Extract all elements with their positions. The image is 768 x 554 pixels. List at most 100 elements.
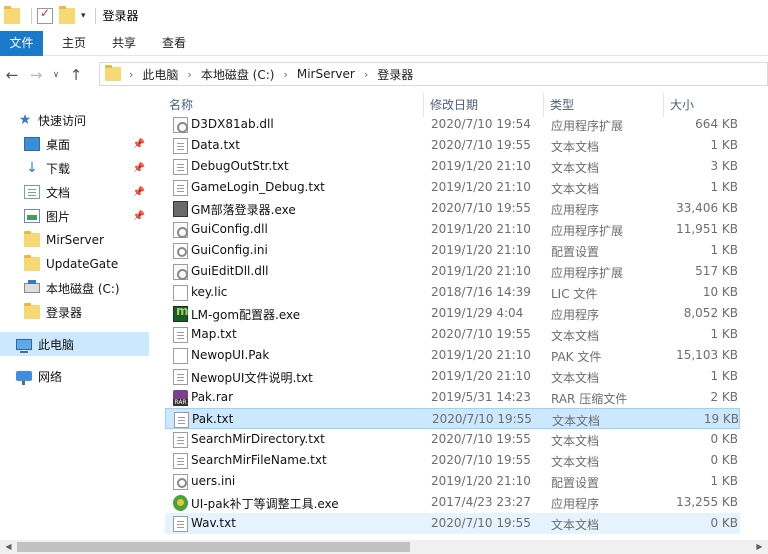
breadcrumb-current-folder[interactable]: 登录器 bbox=[377, 66, 413, 83]
pin-icon[interactable]: 📌 bbox=[133, 139, 145, 150]
file-type: 配置设置 bbox=[551, 476, 600, 490]
file-txt-icon bbox=[173, 432, 188, 448]
nav-label: UpdateGate bbox=[46, 257, 119, 271]
file-row[interactable]: SearchMirFileName.txt 2020/7/10 19:55 文本文档… bbox=[165, 450, 740, 471]
chevron-right-icon[interactable]: › bbox=[129, 68, 133, 81]
file-row[interactable]: GameLogin_Debug.txt 2019/1/20 21:10 文本文档 1 … bbox=[165, 177, 740, 198]
file-row[interactable]: D3DX81ab.dll 2020/7/10 19:54 应用程序扩展 664 KB bbox=[165, 114, 740, 135]
scroll-left-arrow-icon[interactable]: ◀ bbox=[0, 540, 17, 554]
nav-item-updategate[interactable]: UpdateGate bbox=[0, 252, 149, 276]
file-row[interactable]: Pak.rar 2019/5/31 14:23 RAR 压缩文件 2 KB bbox=[165, 387, 740, 408]
pin-icon[interactable]: 📌 bbox=[133, 163, 145, 174]
file-name: Pak.rar bbox=[191, 390, 234, 404]
folder-icon bbox=[105, 65, 121, 81]
nav-item-desktop[interactable]: 桌面 📌 bbox=[0, 132, 149, 156]
horizontal-scrollbar[interactable]: ◀ ▶ bbox=[0, 540, 768, 554]
nav-this-pc[interactable]: 此电脑 bbox=[0, 332, 149, 356]
file-type: 应用程序扩展 bbox=[551, 266, 624, 280]
file-row[interactable]: GuiEditDll.dll 2019/1/20 21:10 应用程序扩展 517 K… bbox=[165, 261, 740, 282]
file-row[interactable]: Wav.txt 2020/7/10 19:55 文本文档 0 KB bbox=[165, 513, 740, 534]
file-name: D3DX81ab.dll bbox=[191, 117, 274, 131]
file-row[interactable]: key.lic 2018/7/16 14:39 LIC 文件 10 KB bbox=[165, 282, 740, 303]
nav-label: 本地磁盘 (C:) bbox=[46, 281, 120, 296]
file-row[interactable]: GuiConfig.ini 2019/1/20 21:10 配置设置 1 KB bbox=[165, 240, 740, 261]
tab-home[interactable]: 主页 bbox=[49, 31, 99, 56]
file-name: GuiConfig.ini bbox=[191, 243, 268, 257]
file-row-partial[interactable] bbox=[165, 93, 740, 114]
nav-quick-access[interactable]: ★ 快速访问 bbox=[0, 108, 149, 132]
ribbon-tabs: 文件 主页 共享 查看 bbox=[0, 31, 768, 56]
file-row[interactable]: Data.txt 2020/7/10 19:55 文本文档 1 KB bbox=[165, 135, 740, 156]
file-name: GuiEditDll.dll bbox=[191, 264, 269, 278]
nav-item-pictures[interactable]: 图片 📌 bbox=[0, 204, 149, 228]
properties-icon[interactable] bbox=[37, 6, 53, 24]
file-date: 2019/1/20 21:10 bbox=[431, 159, 531, 173]
chevron-right-icon[interactable]: › bbox=[187, 68, 191, 81]
nav-item-login-folder[interactable]: 登录器 bbox=[0, 300, 149, 324]
file-row[interactable]: GM部落登录器.exe 2020/7/10 19:55 应用程序 33,406 KB bbox=[165, 198, 740, 219]
nav-label: 图片 bbox=[46, 209, 71, 224]
chevron-right-icon[interactable]: › bbox=[283, 68, 287, 81]
file-row[interactable]: Map.txt 2020/7/10 19:55 文本文档 1 KB bbox=[165, 324, 740, 345]
nav-label: 此电脑 bbox=[38, 337, 75, 352]
breadcrumb-mirserver[interactable]: MirServer bbox=[297, 67, 355, 81]
chevron-right-icon[interactable]: › bbox=[364, 68, 368, 81]
file-dll-icon bbox=[173, 117, 188, 133]
file-row[interactable]: DebugOutStr.txt 2019/1/20 21:10 文本文档 3 KB bbox=[165, 156, 740, 177]
computer-icon bbox=[16, 338, 32, 353]
file-type: 文本文档 bbox=[551, 518, 600, 532]
scrollbar-thumb[interactable] bbox=[17, 542, 410, 552]
nav-network[interactable]: 网络 bbox=[0, 364, 149, 388]
address-bar[interactable]: › 此电脑 › 本地磁盘 (C:) › MirServer › 登录器 bbox=[99, 62, 768, 86]
tab-view[interactable]: 查看 bbox=[149, 31, 199, 56]
nav-label: 桌面 bbox=[46, 137, 71, 152]
vertical-scrollbar[interactable] bbox=[752, 117, 768, 540]
file-row[interactable]: NewopUI文件说明.txt 2019/1/20 21:10 文本文档 1 KB bbox=[165, 366, 740, 387]
pin-icon[interactable]: 📌 bbox=[133, 187, 145, 198]
file-size: 19 KB bbox=[703, 412, 739, 426]
file-txt-icon bbox=[173, 327, 188, 343]
folder-icon bbox=[24, 231, 40, 247]
file-row[interactable]: Pak.txt 2020/7/10 19:55 文本文档 19 KB bbox=[165, 408, 740, 429]
file-name: Map.txt bbox=[191, 327, 237, 341]
nav-item-mirserver[interactable]: MirServer bbox=[0, 228, 149, 252]
file-date: 2019/1/20 21:10 bbox=[431, 474, 531, 488]
file-size: 664 KB bbox=[695, 117, 738, 131]
file-dll-icon bbox=[173, 222, 188, 238]
new-folder-icon[interactable] bbox=[59, 5, 75, 24]
file-row[interactable]: NewopUI.Pak 2019/1/20 21:10 PAK 文件 15,103 K… bbox=[165, 345, 740, 366]
nav-item-downloads[interactable]: ↓ 下载 📌 bbox=[0, 156, 149, 180]
file-row[interactable]: uers.ini 2019/1/20 21:10 配置设置 1 KB bbox=[165, 471, 740, 492]
file-name: NewopUI文件说明.txt bbox=[191, 371, 313, 385]
divider bbox=[31, 7, 32, 24]
file-type: 应用程序 bbox=[551, 308, 600, 322]
customize-dropdown-icon[interactable]: ▾ bbox=[81, 11, 86, 21]
back-arrow-icon[interactable]: ← bbox=[0, 63, 24, 87]
scroll-right-arrow-icon[interactable]: ▶ bbox=[751, 540, 768, 554]
nav-label: 快速访问 bbox=[38, 113, 87, 128]
file-row[interactable]: UI-pak补丁等调整工具.exe 2017/4/23 23:27 应用程序 13,2… bbox=[165, 492, 740, 513]
up-arrow-icon[interactable]: ↑ bbox=[64, 63, 88, 87]
file-row[interactable]: LM-gom配置器.exe 2019/1/29 4:04 应用程序 8,052 KB bbox=[165, 303, 740, 324]
file-size: 3 KB bbox=[710, 159, 738, 173]
breadcrumb-this-pc[interactable]: 此电脑 bbox=[142, 66, 178, 83]
file-name: GameLogin_Debug.txt bbox=[191, 180, 325, 194]
file-name: NewopUI.Pak bbox=[191, 348, 270, 362]
file-row[interactable]: GuiConfig.dll 2019/1/20 21:10 应用程序扩展 11,951… bbox=[165, 219, 740, 240]
forward-arrow-icon[interactable]: → bbox=[24, 63, 48, 87]
folder-icon bbox=[24, 255, 40, 271]
file-type: 文本文档 bbox=[551, 434, 600, 448]
breadcrumb-local-disk[interactable]: 本地磁盘 (C:) bbox=[201, 66, 275, 83]
file-blank-icon bbox=[173, 285, 188, 301]
file-type: 文本文档 bbox=[551, 182, 600, 196]
tab-share[interactable]: 共享 bbox=[99, 31, 149, 56]
nav-item-local-disk[interactable]: 本地磁盘 (C:) bbox=[0, 276, 149, 300]
tab-file[interactable]: 文件 bbox=[0, 31, 43, 56]
recent-locations-chevron-icon[interactable]: ∨ bbox=[48, 63, 64, 87]
file-size: 1 KB bbox=[710, 327, 738, 341]
file-row[interactable]: SearchMirDirectory.txt 2020/7/10 19:55 文本文… bbox=[165, 429, 740, 450]
nav-item-documents[interactable]: 文档 📌 bbox=[0, 180, 149, 204]
pin-icon[interactable]: 📌 bbox=[133, 211, 145, 222]
nav-label: 网络 bbox=[38, 369, 63, 384]
file-blank-icon bbox=[173, 348, 188, 364]
